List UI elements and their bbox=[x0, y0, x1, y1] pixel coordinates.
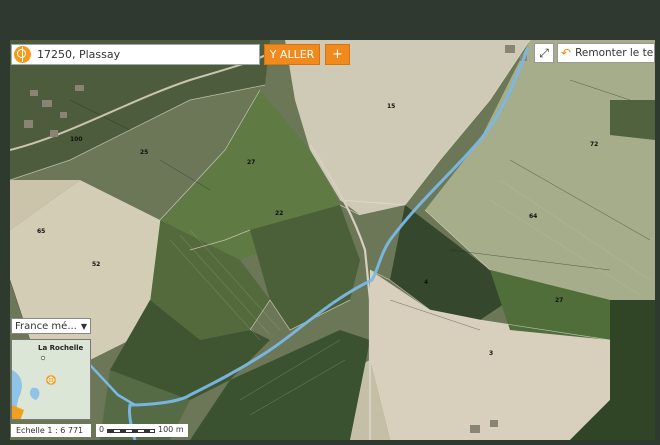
back-in-time-label: Remonter le temps bbox=[575, 47, 654, 59]
scale-ratio: Echelle 1 : 6 771 bbox=[11, 424, 91, 437]
parcel-label: 65 bbox=[37, 228, 45, 235]
scale-bar-graphic bbox=[107, 429, 155, 433]
aerial-map: 15 72 64 52 3 4 25 27 22 65 100 27 bbox=[10, 40, 655, 440]
parcel-label: 27 bbox=[555, 297, 563, 304]
scale-zero: 0 bbox=[99, 425, 105, 434]
map-viewport[interactable]: 15 72 64 52 3 4 25 27 22 65 100 27 bbox=[10, 40, 655, 440]
parcel-label: 22 bbox=[275, 210, 283, 217]
overview-city-label: La Rochelle bbox=[38, 344, 83, 352]
parcel-label: 100 bbox=[70, 136, 83, 143]
target-icon[interactable] bbox=[14, 46, 31, 63]
scale-bar: 0 100 m bbox=[96, 424, 188, 437]
region-select-value: France mé... bbox=[15, 320, 77, 332]
go-button[interactable]: Y ALLER bbox=[264, 44, 320, 65]
undo-arrow-icon: ↶ bbox=[561, 46, 572, 60]
add-button[interactable]: + bbox=[325, 44, 350, 65]
top-frame bbox=[0, 0, 660, 40]
parcel-label: 64 bbox=[529, 213, 537, 220]
search-input[interactable] bbox=[37, 48, 247, 61]
parcel-label: 15 bbox=[387, 103, 395, 110]
fullscreen-button[interactable]: ⤢ bbox=[534, 43, 554, 63]
expand-icon: ⤢ bbox=[539, 45, 549, 60]
scale-distance: 100 m bbox=[158, 425, 184, 434]
parcel-label: 25 bbox=[140, 149, 148, 156]
parcel-label: 4 bbox=[424, 279, 428, 286]
parcel-label: 27 bbox=[247, 159, 255, 166]
parcel-label: 72 bbox=[590, 141, 598, 148]
chevron-down-icon: ▼ bbox=[80, 322, 87, 331]
search-bar bbox=[11, 44, 260, 65]
parcel-label: 52 bbox=[92, 261, 100, 268]
parcel-label: 3 bbox=[489, 350, 493, 357]
overview-map[interactable]: La Rochelle bbox=[11, 339, 91, 420]
back-in-time-button[interactable]: ↶ Remonter le temps bbox=[557, 43, 655, 63]
region-select[interactable]: France mé... ▼ bbox=[11, 318, 91, 334]
